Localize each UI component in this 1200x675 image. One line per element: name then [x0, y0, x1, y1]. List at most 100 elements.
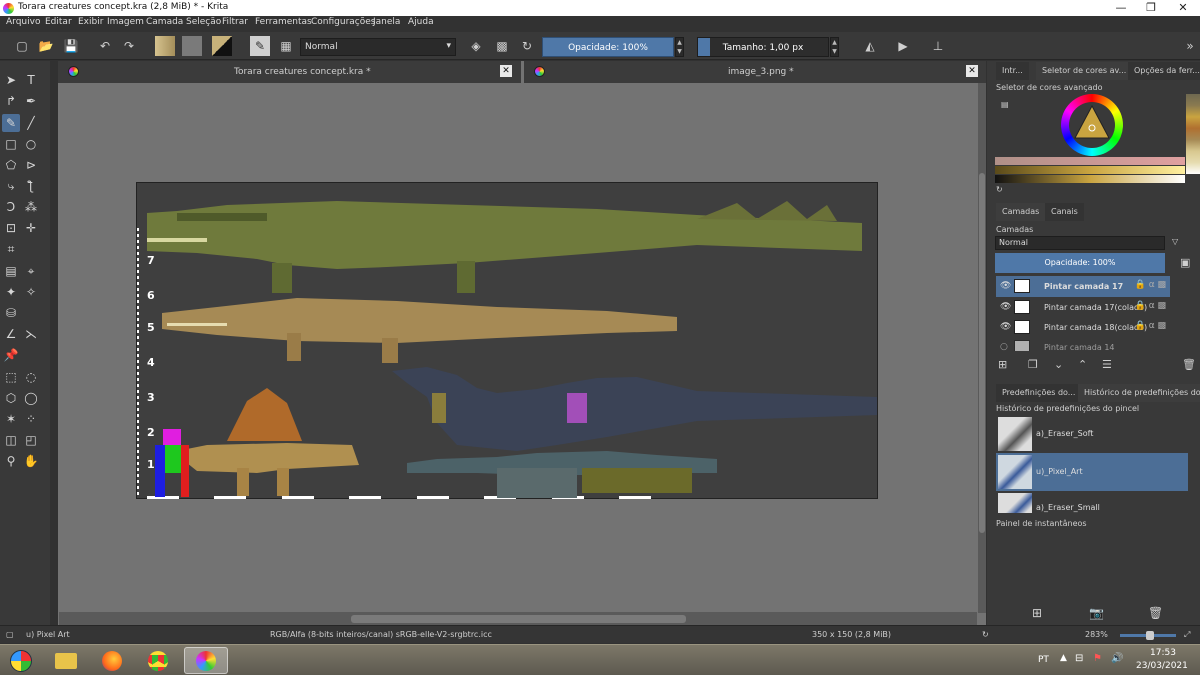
flag-icon[interactable]: ⚑ [1093, 653, 1102, 664]
tab-torara-creatures[interactable]: Torara creatures concept.kra * ✕ [58, 61, 521, 83]
move-tool-icon[interactable]: ✛ [22, 219, 40, 237]
new-document-icon[interactable]: ▢ [14, 38, 30, 54]
ellipse-tool-icon[interactable]: ○ [22, 135, 40, 153]
recent-colors-column[interactable] [1186, 94, 1200, 174]
saturation-slider-strip[interactable] [995, 166, 1185, 174]
menu-exibir[interactable]: Exibir [78, 17, 103, 27]
close-window-button[interactable]: ✕ [1172, 0, 1194, 16]
freehand-path-tool-icon[interactable]: ƪ [22, 177, 40, 195]
menu-selecao[interactable]: Seleção [186, 17, 221, 27]
layer-thumbnail-options-icon[interactable]: ▣ [1180, 256, 1190, 269]
calligraphy-tool-icon[interactable]: ✒ [22, 92, 40, 110]
layer-blend-mode-select[interactable]: Normal [995, 236, 1165, 250]
layer-opacity-slider[interactable]: Opacidade: 100% [995, 253, 1165, 273]
move-layer-down-icon[interactable]: ⌄ [1054, 358, 1063, 371]
minimize-button[interactable]: — [1110, 0, 1132, 16]
pattern-swatch-icon[interactable] [182, 36, 202, 56]
size-spin-buttons[interactable]: ▲ ▼ [830, 37, 839, 57]
horizontal-scroll-thumb[interactable] [351, 615, 686, 623]
menu-camada[interactable]: Camada [146, 17, 183, 27]
text-tool-icon[interactable]: T [22, 71, 40, 89]
firefox-button[interactable] [92, 647, 132, 674]
file-explorer-button[interactable] [46, 647, 86, 674]
mirror-horizontal-icon[interactable]: ◭ [862, 38, 878, 54]
reference-images-tool-icon[interactable]: 📌 [2, 346, 20, 364]
polygon-tool-icon[interactable]: ⬠ [2, 156, 20, 174]
image-canvas[interactable]: 7 6 5 4 3 2 1 [136, 182, 878, 499]
close-tab-icon[interactable]: ✕ [500, 65, 512, 77]
tab-brush-presets[interactable]: Predefinições do... [996, 384, 1082, 402]
close-tab-icon[interactable]: ✕ [966, 65, 978, 77]
pan-tool-icon[interactable]: ✋ [22, 452, 40, 470]
bezier-curve-tool-icon[interactable]: ⤷ [2, 177, 20, 195]
layer-flags-icon[interactable]: 🔒 α ▩ [1135, 280, 1166, 290]
rectangle-tool-icon[interactable]: □ [2, 135, 20, 153]
mirror-vertical-icon[interactable]: ▶ [895, 38, 911, 54]
dynamic-brush-tool-icon[interactable]: Ↄ [2, 198, 20, 216]
tab-image-3[interactable]: image_3.png * ✕ [524, 61, 986, 83]
smart-patch-tool-icon[interactable]: ✧ [22, 283, 40, 301]
layer-row[interactable]: 👁 Pintar camada 18(colado) 🔒 α ▩ [996, 317, 1170, 338]
reload-preset-icon[interactable]: ↻ [519, 38, 535, 54]
eye-icon[interactable]: 👁 [1000, 322, 1011, 332]
tab-overview[interactable]: Intr... [996, 62, 1029, 80]
layer-flags-icon[interactable]: 🔒 α ▩ [1135, 321, 1166, 331]
bezier-selection-tool-icon[interactable]: ◫ [2, 431, 20, 449]
fullscreen-icon[interactable]: ⤢ [1184, 630, 1190, 640]
color-picker-tool-icon[interactable]: ⌖ [22, 262, 40, 280]
tab-channels[interactable]: Canais [1045, 203, 1084, 221]
maximize-button[interactable]: ❐ [1140, 0, 1162, 16]
menu-filtrar[interactable]: Filtrar [222, 17, 248, 27]
menu-editar[interactable]: Editar [45, 17, 72, 27]
layer-row[interactable]: 👁 Pintar camada 17(colado) 🔒 α ▩ [996, 297, 1170, 318]
vertical-scroll-thumb[interactable] [979, 173, 985, 533]
layer-filter-icon[interactable]: ▽ [1172, 237, 1178, 246]
chrome-button[interactable] [138, 647, 178, 674]
open-document-icon[interactable]: 📂 [38, 38, 54, 54]
eye-icon[interactable]: 👁 [1000, 302, 1011, 312]
tab-advanced-color-selector[interactable]: Seletor de cores av... [1036, 62, 1133, 80]
multibrush-tool-icon[interactable]: ⁂ [22, 198, 40, 216]
network-icon[interactable]: ⊟ [1075, 653, 1083, 664]
rotate-reset-icon[interactable]: ↻ [982, 630, 989, 639]
blend-mode-select[interactable]: Normal ▾ [300, 38, 456, 56]
tab-tool-options[interactable]: Opções da ferr... [1128, 62, 1200, 80]
edit-shapes-tool-icon[interactable]: ↱ [2, 92, 20, 110]
clock-time[interactable]: 17:53 [1150, 648, 1176, 658]
line-tool-icon[interactable]: ╱ [22, 114, 40, 132]
menu-ferramentas[interactable]: Ferramentas [255, 17, 312, 27]
freehand-brush-tool-icon[interactable]: ✎ [2, 114, 20, 132]
menu-ajuda[interactable]: Ajuda [408, 17, 434, 27]
color-wheel[interactable] [1061, 94, 1123, 156]
select-shapes-tool-icon[interactable]: ➤ [2, 71, 20, 89]
eye-icon[interactable]: ○ [1000, 342, 1008, 351]
opacity-slider[interactable]: Opacidade: 100% [542, 37, 674, 57]
layer-row[interactable]: 👁 Pintar camada 17 🔒 α ▩ [996, 276, 1170, 297]
volume-icon[interactable]: 🔊 [1111, 653, 1123, 664]
refresh-icon[interactable]: ↻ [996, 185, 1003, 194]
preset-item[interactable]: a)_Eraser_Soft [996, 415, 1188, 453]
preset-item[interactable]: a)_Eraser_Small [996, 491, 1188, 513]
start-button[interactable] [2, 647, 40, 674]
preset-item[interactable]: u)_Pixel_Art [996, 453, 1188, 491]
polygonal-selection-tool-icon[interactable]: ⬡ [2, 389, 20, 407]
crop-tool-icon[interactable]: ⌗ [2, 240, 20, 258]
measure-tool-icon[interactable]: ∠ [2, 325, 20, 343]
brush-settings-icon[interactable]: ▦ [278, 38, 294, 54]
preserve-alpha-icon[interactable]: ▩ [494, 38, 510, 54]
eye-icon[interactable]: 👁 [1000, 281, 1011, 291]
zoom-tool-icon[interactable]: ⚲ [2, 452, 20, 470]
toolbar-expand-icon[interactable]: » [1182, 38, 1198, 54]
color-triangle[interactable] [1061, 94, 1123, 156]
move-layer-up-icon[interactable]: ⌃ [1078, 358, 1087, 371]
tab-layers[interactable]: Camadas [996, 203, 1046, 221]
fg-bg-color-icon[interactable] [212, 36, 232, 56]
zoom-slider[interactable] [1120, 631, 1176, 640]
delete-snapshot-icon[interactable]: 🗑 [1148, 606, 1163, 620]
menu-janela[interactable]: Janela [373, 17, 400, 27]
colorize-mask-tool-icon[interactable]: ✦ [2, 283, 20, 301]
undo-icon[interactable]: ↶ [97, 38, 113, 54]
zoom-slider-handle[interactable] [1146, 631, 1154, 640]
gradient-swatch-icon[interactable] [155, 36, 175, 56]
contiguous-selection-tool-icon[interactable]: ✶ [2, 410, 20, 428]
